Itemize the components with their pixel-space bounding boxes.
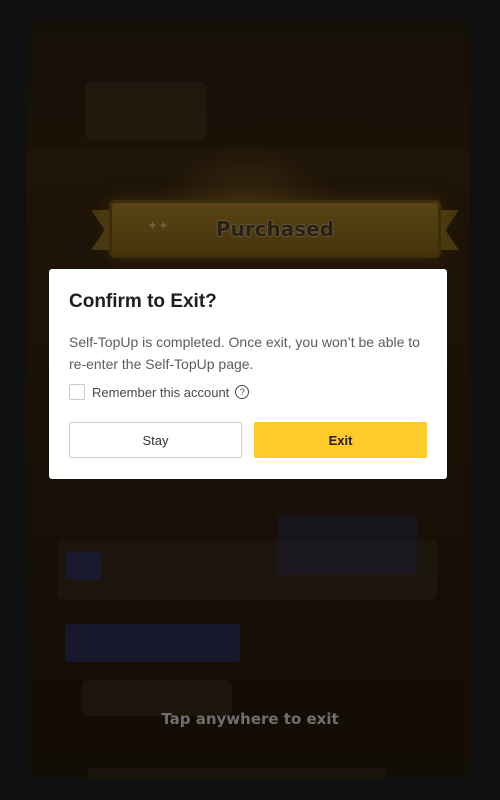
tap-to-exit-hint[interactable]: Tap anywhere to exit bbox=[0, 710, 500, 728]
stay-button[interactable]: Stay bbox=[69, 422, 242, 458]
confirm-exit-dialog: Confirm to Exit? Self-TopUp is completed… bbox=[49, 269, 447, 479]
dialog-message: Self-TopUp is completed. Once exit, you … bbox=[69, 334, 420, 372]
remember-account-checkbox[interactable] bbox=[69, 384, 85, 400]
question-circle-icon[interactable]: ? bbox=[235, 385, 250, 399]
exit-button[interactable]: Exit bbox=[254, 422, 427, 458]
remember-account-row[interactable]: Remember this account ? bbox=[69, 384, 250, 400]
dialog-title: Confirm to Exit? bbox=[69, 291, 217, 312]
remember-account-label[interactable]: Remember this account bbox=[92, 385, 229, 400]
